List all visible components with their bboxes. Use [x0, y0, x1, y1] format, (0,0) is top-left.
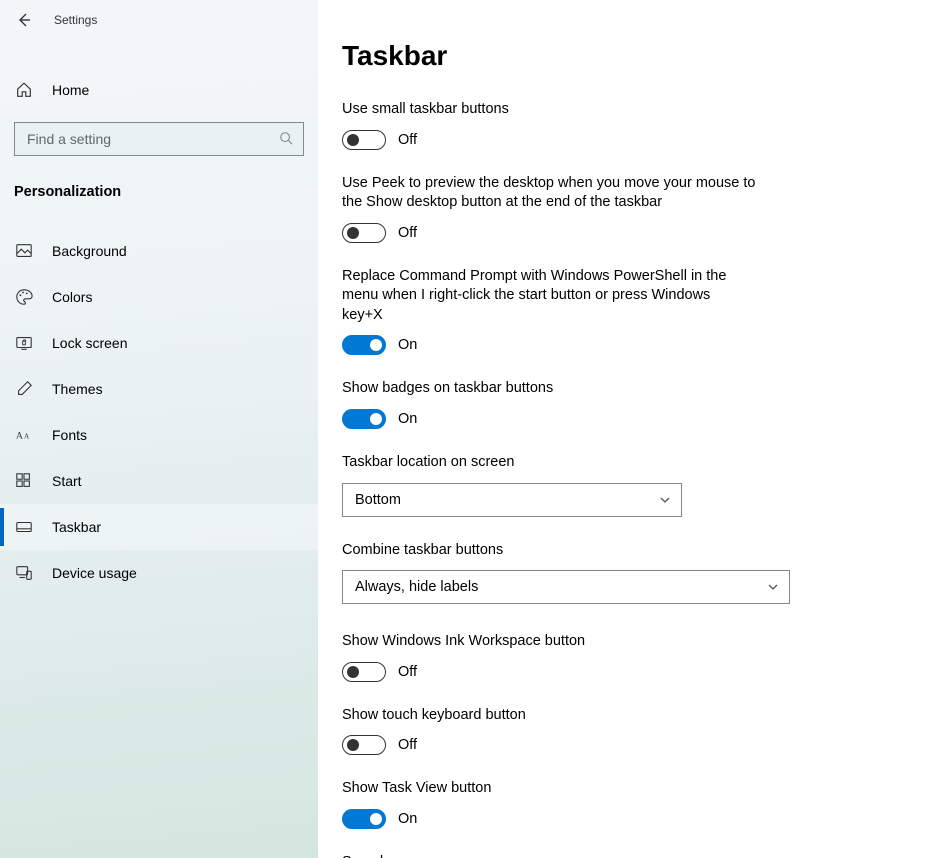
search-icon — [279, 131, 295, 147]
nav-item-lock-screen[interactable]: Lock screen — [0, 320, 318, 366]
nav-list: Background Colors Lock screen Themes AA … — [0, 228, 318, 596]
toggle-task-view[interactable] — [342, 809, 386, 829]
nav-label: Start — [52, 473, 82, 489]
dropdown-combine[interactable]: Always, hide labels — [342, 570, 790, 604]
dropdown-value: Always, hide labels — [355, 579, 478, 595]
chevron-down-icon — [659, 494, 671, 506]
setting-label: Use small taskbar buttons — [342, 100, 802, 120]
device-usage-icon — [14, 563, 34, 583]
toggle-badges[interactable] — [342, 409, 386, 429]
setting-location: Taskbar location on screen Bottom — [342, 453, 802, 517]
setting-label: Replace Command Prompt with Windows Powe… — [342, 267, 752, 326]
nav-item-background[interactable]: Background — [0, 228, 318, 274]
setting-label: Combine taskbar buttons — [342, 541, 802, 561]
palette-icon — [14, 287, 34, 307]
toggle-state: Off — [398, 664, 417, 680]
home-label: Home — [52, 82, 89, 98]
setting-label: Show touch keyboard button — [342, 706, 802, 726]
setting-powershell: Replace Command Prompt with Windows Powe… — [342, 267, 752, 356]
toggle-ink[interactable] — [342, 662, 386, 682]
home-icon — [14, 80, 34, 100]
toggle-state: On — [398, 337, 417, 353]
setting-label: Use Peek to preview the desktop when you… — [342, 174, 762, 213]
app-title: Settings — [54, 13, 97, 27]
search-box[interactable] — [14, 122, 304, 156]
setting-label: Show Task View button — [342, 779, 802, 799]
toggle-state: Off — [398, 132, 417, 148]
dropdown-value: Bottom — [355, 492, 401, 508]
toggle-touch-keyboard[interactable] — [342, 735, 386, 755]
setting-peek: Use Peek to preview the desktop when you… — [342, 174, 762, 243]
image-icon — [14, 241, 34, 261]
chevron-down-icon — [767, 581, 779, 593]
content-area: Taskbar Use small taskbar buttons Off Us… — [318, 0, 939, 858]
toggle-powershell[interactable] — [342, 335, 386, 355]
taskbar-icon — [14, 517, 34, 537]
page-title: Taskbar — [342, 40, 939, 72]
setting-label: Show Windows Ink Workspace button — [342, 632, 802, 652]
setting-small-buttons: Use small taskbar buttons Off — [342, 100, 802, 150]
home-nav[interactable]: Home — [0, 68, 318, 112]
nav-item-fonts[interactable]: AA Fonts — [0, 412, 318, 458]
brush-icon — [14, 379, 34, 399]
nav-label: Background — [52, 243, 127, 259]
nav-item-colors[interactable]: Colors — [0, 274, 318, 320]
toggle-state: Off — [398, 737, 417, 753]
setting-label: Show badges on taskbar buttons — [342, 379, 802, 399]
search-input[interactable] — [27, 131, 279, 147]
setting-task-view: Show Task View button On — [342, 779, 802, 829]
sidebar: Settings Home Personalization Background… — [0, 0, 318, 858]
nav-label: Colors — [52, 289, 92, 305]
nav-item-themes[interactable]: Themes — [0, 366, 318, 412]
setting-label: Search — [342, 853, 802, 858]
svg-text:A: A — [16, 431, 24, 442]
toggle-state: Off — [398, 225, 417, 241]
nav-item-device-usage[interactable]: Device usage — [0, 550, 318, 596]
dropdown-location[interactable]: Bottom — [342, 483, 682, 517]
nav-label: Fonts — [52, 427, 87, 443]
titlebar: Settings — [0, 0, 318, 40]
setting-search: Search Show search icon — [342, 853, 802, 858]
nav-label: Lock screen — [52, 335, 127, 351]
toggle-state: On — [398, 411, 417, 427]
setting-ink: Show Windows Ink Workspace button Off — [342, 632, 802, 682]
search-container — [0, 122, 318, 156]
nav-label: Themes — [52, 381, 103, 397]
section-title: Personalization — [0, 184, 318, 200]
toggle-small-buttons[interactable] — [342, 130, 386, 150]
nav-label: Taskbar — [52, 519, 101, 535]
lock-screen-icon — [14, 333, 34, 353]
nav-item-start[interactable]: Start — [0, 458, 318, 504]
font-icon: AA — [14, 425, 34, 445]
svg-text:A: A — [24, 433, 30, 441]
toggle-peek[interactable] — [342, 223, 386, 243]
nav-item-taskbar[interactable]: Taskbar — [0, 504, 318, 550]
setting-label: Taskbar location on screen — [342, 453, 802, 473]
start-grid-icon — [14, 471, 34, 491]
toggle-state: On — [398, 811, 417, 827]
nav-label: Device usage — [52, 565, 137, 581]
setting-touch-keyboard: Show touch keyboard button Off — [342, 706, 802, 756]
arrow-left-icon — [16, 12, 32, 28]
setting-badges: Show badges on taskbar buttons On — [342, 379, 802, 429]
back-button[interactable] — [14, 10, 34, 30]
setting-combine: Combine taskbar buttons Always, hide lab… — [342, 541, 802, 605]
